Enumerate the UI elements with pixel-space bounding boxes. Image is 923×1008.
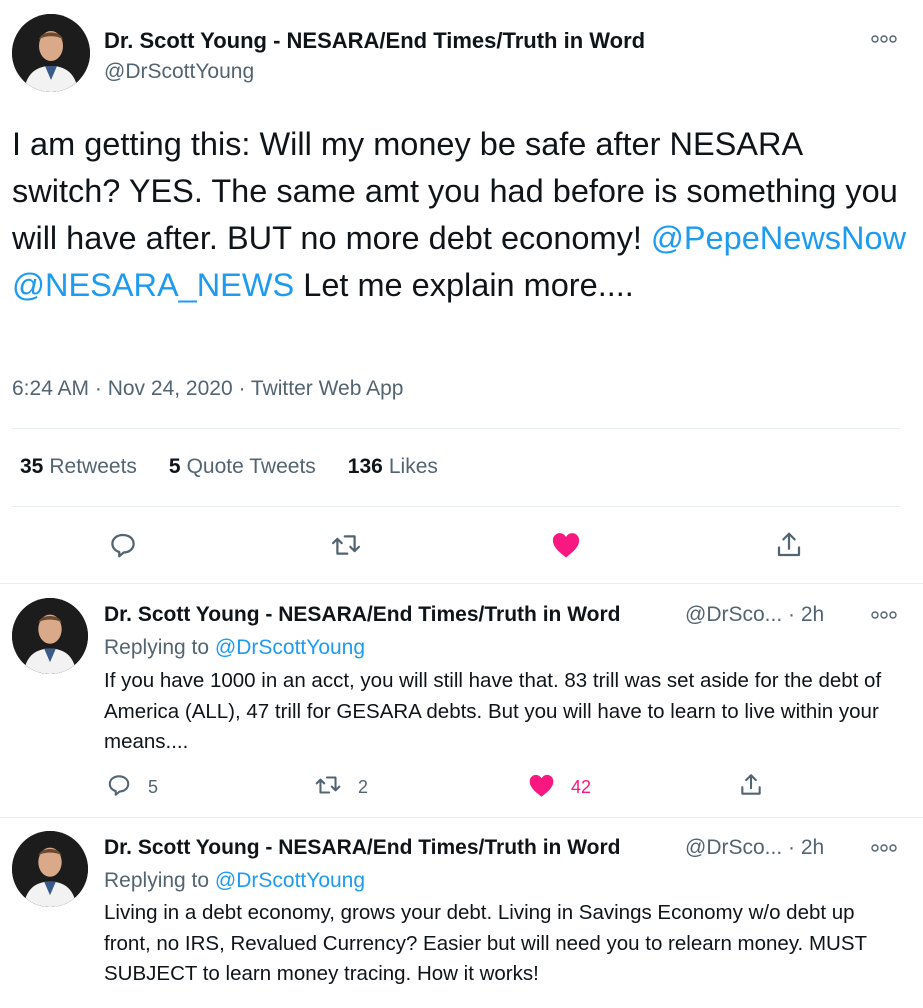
replying-to: Replying to @DrScottYoung	[104, 869, 365, 893]
likes-stat[interactable]: 136 Likes	[348, 455, 438, 479]
retweets-label: Retweets	[49, 455, 137, 478]
user-handle[interactable]: @DrSco... · 2h	[685, 836, 824, 860]
replying-to: Replying to @DrScottYoung	[104, 636, 365, 660]
user-handle[interactable]: @DrScottYoung	[104, 60, 254, 84]
mention-link[interactable]: @NESARA_NEWS	[12, 267, 294, 303]
like-icon[interactable]	[528, 773, 555, 798]
divider	[12, 428, 900, 429]
display-name[interactable]: Dr. Scott Young - NESARA/End Times/Truth…	[104, 836, 620, 860]
retweets-stat[interactable]: 35 Retweets	[20, 455, 137, 479]
quote-tweets-label: Quote Tweets	[186, 455, 316, 478]
reply-icon[interactable]	[108, 530, 138, 560]
tweet-timestamp[interactable]: 6:24 AM · Nov 24, 2020 · Twitter Web App	[12, 377, 403, 401]
mention-link[interactable]: @PepeNewsNow	[651, 220, 906, 256]
retweet-count: 2	[358, 777, 369, 797]
retweet-icon[interactable]	[314, 772, 342, 798]
divider	[0, 817, 923, 818]
retweets-count: 35	[20, 455, 44, 478]
like-count: 42	[571, 777, 592, 797]
share-icon[interactable]	[774, 530, 804, 560]
mention-link[interactable]: @DrScottYoung	[215, 636, 365, 659]
likes-count: 136	[347, 455, 383, 478]
replying-to-label: Replying to	[104, 636, 215, 659]
tweet-stats: 35 Retweets 5 Quote Tweets 136 Likes	[20, 455, 438, 479]
avatar[interactable]	[12, 831, 88, 907]
tweet-text: Living in a debt economy, grows your deb…	[104, 901, 867, 985]
share-icon[interactable]	[738, 772, 764, 798]
user-handle[interactable]: @DrSco... · 2h	[685, 603, 824, 627]
more-icon[interactable]	[871, 842, 897, 854]
more-icon[interactable]	[871, 33, 897, 45]
tweet-text: If you have 1000 in an acct, you will st…	[104, 669, 882, 753]
reply-icon[interactable]	[106, 772, 132, 798]
display-name[interactable]: Dr. Scott Young - NESARA/End Times/Truth…	[104, 603, 620, 627]
quote-tweets-count: 5	[168, 455, 181, 478]
quote-tweets-stat[interactable]: 5 Quote Tweets	[169, 455, 316, 479]
tweet-text-part: Let me explain more....	[294, 267, 634, 303]
avatar[interactable]	[12, 598, 88, 674]
divider	[0, 583, 923, 584]
reply-count: 5	[148, 777, 159, 797]
display-name[interactable]: Dr. Scott Young - NESARA/End Times/Truth…	[104, 28, 645, 54]
avatar[interactable]	[12, 14, 90, 92]
replying-to-label: Replying to	[104, 869, 215, 892]
likes-label: Likes	[388, 455, 438, 478]
divider	[12, 506, 900, 507]
retweet-icon[interactable]	[330, 530, 362, 560]
more-icon[interactable]	[871, 609, 897, 621]
mention-link[interactable]: @DrScottYoung	[215, 869, 365, 892]
tweet-text: I am getting this: Will my money be safe…	[12, 121, 917, 309]
like-icon[interactable]	[551, 531, 581, 559]
